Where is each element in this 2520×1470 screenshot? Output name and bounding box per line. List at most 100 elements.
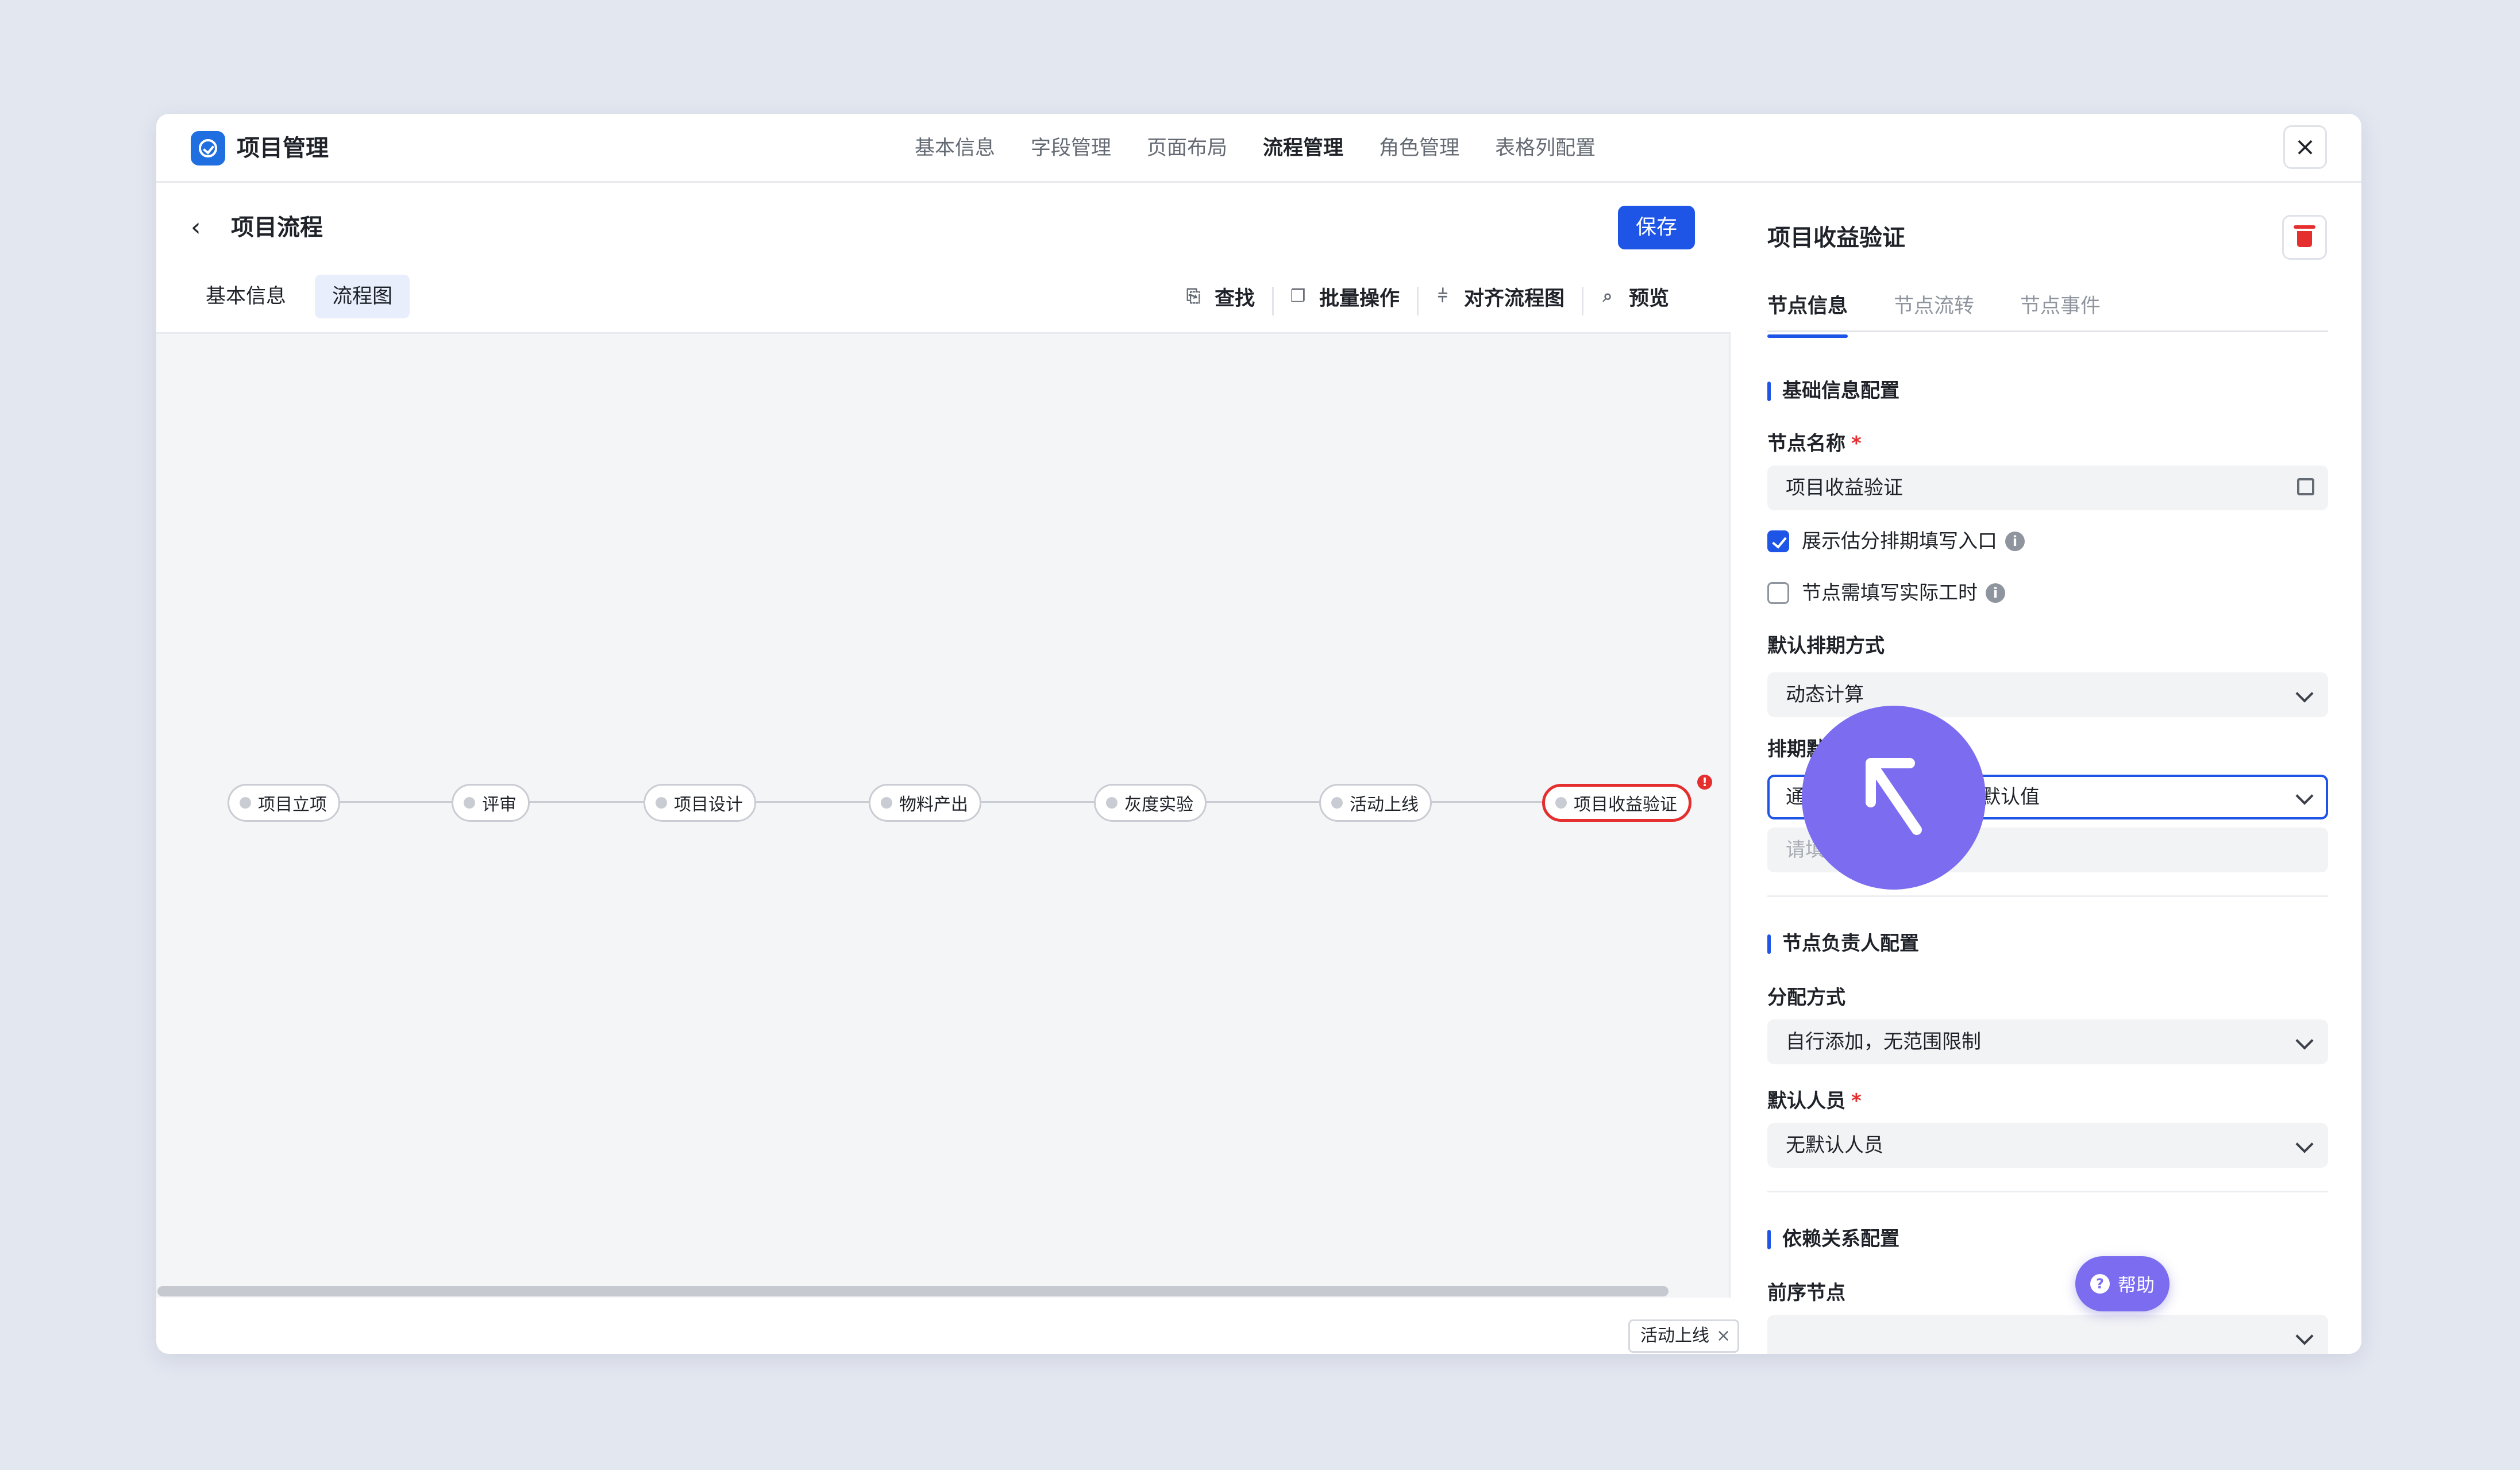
required-mark: * xyxy=(1851,1090,1862,1113)
flow-subtabs: 基本信息 流程图 xyxy=(188,275,410,318)
mouse-cursor-icon xyxy=(1802,706,1986,890)
tab-node-transition[interactable]: 节点流转 xyxy=(1894,286,1974,330)
help-button[interactable]: ? 帮助 xyxy=(2075,1256,2170,1311)
panel-title: 项目收益验证 xyxy=(1767,225,1905,251)
default-person-label-text: 默认人员 xyxy=(1767,1090,1845,1113)
node-label: 项目设计 xyxy=(674,795,743,815)
flow-node[interactable]: 评审 xyxy=(452,784,530,822)
nav-page-layout[interactable]: 页面布局 xyxy=(1147,131,1227,166)
flow-node[interactable]: 项目设计 xyxy=(644,784,756,822)
subtab-basic-info[interactable]: 基本信息 xyxy=(188,275,303,318)
flow-title: 项目流程 xyxy=(231,214,323,241)
node-name-label: 节点名称 * xyxy=(1767,430,1862,457)
pre-node-tag-label: 活动上线 xyxy=(1640,1326,1709,1346)
align-label: 对齐流程图 xyxy=(1464,287,1565,310)
flow-node[interactable]: 物料产出 xyxy=(869,784,981,822)
section-basic-config: 基础信息配置 xyxy=(1767,377,1899,405)
checkbox-show-estimate[interactable]: 展示估分排期填写入口 i xyxy=(1767,528,2025,555)
chevron-down-icon xyxy=(2295,1135,2314,1153)
node-label: 项目收益验证 xyxy=(1574,795,1677,815)
checkbox-checked[interactable] xyxy=(1767,530,1789,552)
flow-edge xyxy=(1204,801,1321,803)
node-status-dot xyxy=(1555,797,1567,809)
close-icon: × xyxy=(2294,132,2316,161)
flow-edge xyxy=(754,801,871,803)
pre-node-label: 前序节点 xyxy=(1767,1282,1845,1304)
app-title: 项目管理 xyxy=(237,135,329,161)
preview-icon: ⌕ xyxy=(1602,286,1613,306)
default-person-label: 默认人员 * xyxy=(1767,1087,1862,1115)
node-name-field[interactable]: 项目收益验证 xyxy=(1767,465,2328,510)
error-badge-icon: ! xyxy=(1697,775,1712,790)
delete-node-button[interactable] xyxy=(2282,215,2327,260)
assign-mode-label: 分配方式 xyxy=(1767,986,1845,1009)
chevron-down-icon xyxy=(2295,1032,2314,1050)
top-header: 项目管理 基本信息 字段管理 页面布局 流程管理 角色管理 表格列配置 × xyxy=(156,114,2361,183)
flow-node[interactable]: 项目立项 xyxy=(228,784,340,822)
check-circle-icon xyxy=(191,131,225,166)
schedule-mode-label: 默认排期方式 xyxy=(1767,634,1885,657)
flow-node-selected[interactable]: 项目收益验证 xyxy=(1542,784,1691,822)
node-label: 活动上线 xyxy=(1350,795,1419,815)
pre-node-select[interactable] xyxy=(1767,1315,2328,1354)
node-label: 物料产出 xyxy=(899,795,968,815)
default-person-value: 无默认人员 xyxy=(1786,1134,1883,1157)
node-status-dot xyxy=(1331,797,1343,809)
help-label: 帮助 xyxy=(2117,1274,2155,1296)
assign-mode-select[interactable]: 自行添加，无范围限制 xyxy=(1767,1019,2328,1064)
flow-edge xyxy=(339,801,452,803)
node-label: 评审 xyxy=(482,795,517,815)
node-label: 灰度实验 xyxy=(1124,795,1193,815)
subtab-flowchart[interactable]: 流程图 xyxy=(315,275,410,318)
flow-node[interactable]: 活动上线 xyxy=(1319,784,1432,822)
panel-tabs: 节点信息 节点流转 节点事件 xyxy=(1767,286,2328,338)
node-status-dot xyxy=(1106,797,1118,809)
nav-basic-info[interactable]: 基本信息 xyxy=(915,131,995,166)
chevron-down-icon xyxy=(2295,787,2314,805)
tab-node-info[interactable]: 节点信息 xyxy=(1767,286,1848,338)
flow-edge xyxy=(1429,801,1542,803)
chevron-down-icon xyxy=(2295,684,2314,703)
back-chevron-icon[interactable]: ‹ xyxy=(191,210,201,245)
checkbox-unchecked[interactable] xyxy=(1767,582,1789,604)
preview-button[interactable]: ⌕ 预览 xyxy=(1582,282,1686,315)
nav-role-management[interactable]: 角色管理 xyxy=(1379,131,1459,166)
checkbox-label: 展示估分排期填写入口 xyxy=(1802,530,1997,553)
tab-node-events[interactable]: 节点事件 xyxy=(2020,286,2101,330)
node-label: 项目立项 xyxy=(258,795,327,815)
batch-label: 批量操作 xyxy=(1319,287,1400,310)
node-status-dot xyxy=(240,797,251,809)
flow-toolbar: ⎘ 查找 ❐ 批量操作 ⫩ 对齐流程图 ⌕ 预览 xyxy=(1167,278,1686,315)
nav-field-management[interactable]: 字段管理 xyxy=(1031,131,1111,166)
help-question-icon: ? xyxy=(2090,1274,2110,1294)
info-icon[interactable]: i xyxy=(1986,583,2005,603)
chevron-down-icon xyxy=(2295,1327,2314,1345)
batch-operation-button[interactable]: ❐ 批量操作 xyxy=(1272,282,1417,315)
default-person-select[interactable]: 无默认人员 xyxy=(1767,1123,2328,1168)
nav-flow-management[interactable]: 流程管理 xyxy=(1263,131,1343,166)
find-button[interactable]: ⎘ 查找 xyxy=(1167,282,1272,311)
edit-icon[interactable] xyxy=(2297,478,2314,495)
close-button[interactable]: × xyxy=(2283,125,2327,169)
align-flowchart-button[interactable]: ⫩ 对齐流程图 xyxy=(1417,282,1582,315)
flow-node[interactable]: 灰度实验 xyxy=(1094,784,1207,822)
tag-close-icon[interactable]: × xyxy=(1716,1321,1731,1351)
trash-icon xyxy=(2294,225,2315,247)
search-doc-icon: ⎘ xyxy=(1186,286,1200,306)
section-owner-config: 节点负责人配置 xyxy=(1767,930,1919,957)
info-icon[interactable]: i xyxy=(2005,532,2025,551)
top-nav: 基本信息 字段管理 页面布局 流程管理 角色管理 表格列配置 xyxy=(915,131,1596,166)
nav-table-column-config[interactable]: 表格列配置 xyxy=(1495,131,1596,166)
flow-edge xyxy=(979,801,1096,803)
horizontal-scrollbar[interactable] xyxy=(157,1286,1669,1296)
app-window: 项目管理 基本信息 字段管理 页面布局 流程管理 角色管理 表格列配置 × ‹ … xyxy=(156,114,2361,1354)
node-status-dot xyxy=(656,797,667,809)
copy-icon: ❐ xyxy=(1290,286,1306,306)
save-button[interactable]: 保存 xyxy=(1618,206,1695,249)
node-name-value: 项目收益验证 xyxy=(1786,476,1903,499)
checkbox-actual-hours[interactable]: 节点需填写实际工时 i xyxy=(1767,579,2005,607)
find-label: 查找 xyxy=(1215,287,1255,310)
preview-label: 预览 xyxy=(1629,287,1670,310)
flow-edge xyxy=(529,801,646,803)
align-icon: ⫩ xyxy=(1438,286,1448,306)
